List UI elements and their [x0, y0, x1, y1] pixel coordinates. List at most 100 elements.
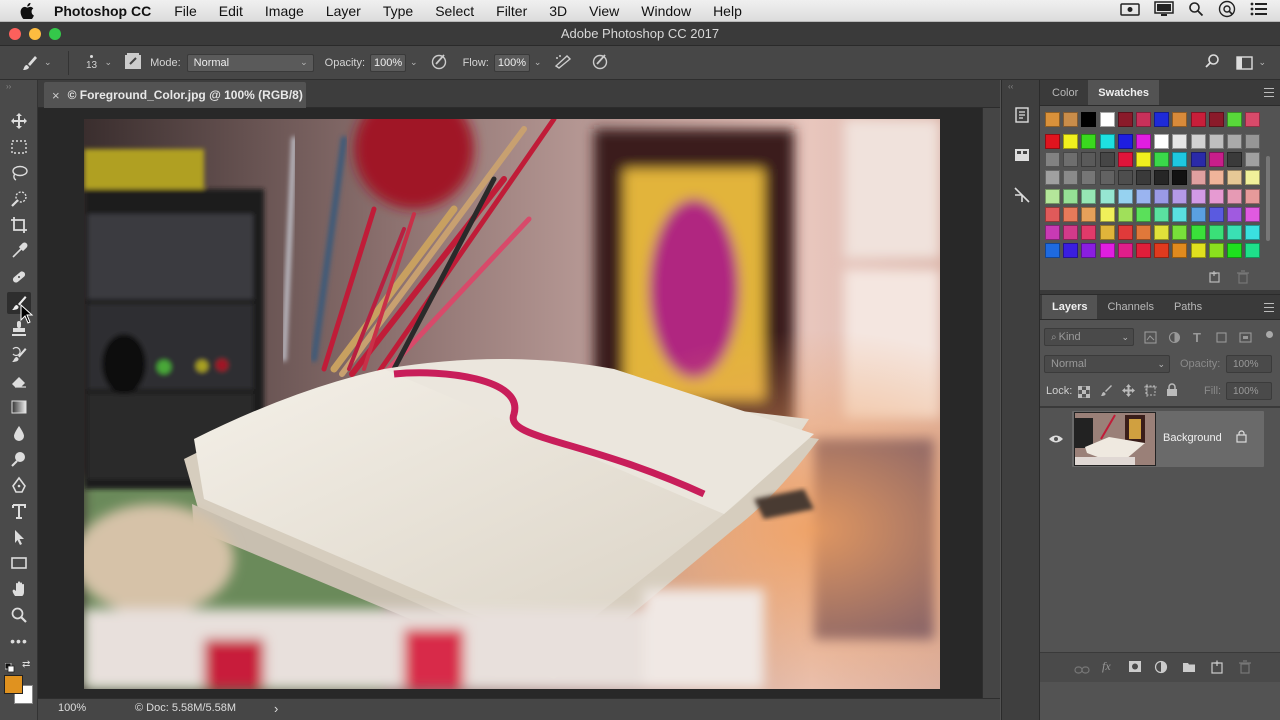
color-swatch[interactable]	[1154, 170, 1170, 186]
layer-opacity-input[interactable]: 100%	[1226, 355, 1272, 373]
pixel-filter-icon[interactable]	[1144, 331, 1157, 349]
lock-position-move-icon[interactable]	[1122, 384, 1135, 402]
vertical-scrollbar[interactable]	[982, 108, 1000, 698]
color-swatch[interactable]	[1081, 152, 1097, 168]
lock-pixels-brush-icon[interactable]	[1100, 384, 1113, 402]
color-swatch[interactable]	[1245, 134, 1261, 149]
color-swatch[interactable]	[1045, 152, 1060, 168]
quick-selection-tool[interactable]	[7, 188, 31, 210]
color-swatch[interactable]	[1136, 206, 1151, 222]
color-swatch[interactable]	[1208, 225, 1224, 240]
color-swatch[interactable]	[1136, 225, 1151, 240]
move-tool[interactable]	[7, 110, 31, 132]
color-swatch[interactable]	[1172, 152, 1188, 168]
tablet-pressure-opacity-button[interactable]	[430, 52, 448, 73]
type-filter-icon[interactable]: T	[1193, 330, 1201, 345]
notification-center-icon[interactable]	[1250, 2, 1268, 19]
adjustment-layer-icon[interactable]	[1154, 660, 1168, 679]
color-swatch[interactable]	[1117, 112, 1133, 127]
color-swatch[interactable]	[1172, 134, 1188, 149]
chevron-down-icon[interactable]: ⌄	[105, 57, 113, 68]
color-swatch[interactable]	[1245, 170, 1261, 186]
color-swatch[interactable]	[1227, 152, 1242, 168]
tab-layers[interactable]: Layers	[1042, 295, 1098, 319]
close-tab-icon[interactable]: ×	[52, 88, 60, 103]
dodge-tool[interactable]	[7, 448, 31, 470]
color-swatch[interactable]	[1081, 188, 1097, 204]
color-swatch[interactable]	[1154, 206, 1170, 222]
color-swatch[interactable]	[1063, 243, 1079, 259]
color-swatch[interactable]	[1208, 188, 1224, 204]
color-swatch[interactable]	[1227, 188, 1242, 204]
crop-tool[interactable]	[7, 214, 31, 236]
layer-lock-icon[interactable]	[1236, 430, 1247, 448]
healing-brush-tool[interactable]	[7, 266, 31, 288]
color-swatch[interactable]	[1245, 243, 1261, 259]
collapse-dock-icon[interactable]: ‹‹	[1008, 82, 1013, 91]
color-swatch[interactable]	[1154, 112, 1170, 127]
mode-select[interactable]: Normal ⌄	[186, 53, 314, 72]
color-swatch[interactable]	[1245, 206, 1261, 222]
opacity-input[interactable]: 100%	[370, 53, 407, 72]
color-swatch[interactable]	[1208, 134, 1224, 149]
window-close-button[interactable]	[9, 28, 21, 40]
menu-type[interactable]: Type	[372, 3, 424, 19]
color-swatch[interactable]	[1172, 188, 1188, 204]
brush-panel-toggle[interactable]	[124, 52, 142, 73]
color-swatch[interactable]	[1081, 225, 1097, 240]
screen-record-icon[interactable]	[1120, 2, 1140, 19]
adjustment-filter-icon[interactable]	[1168, 331, 1181, 349]
menu-window[interactable]: Window	[630, 3, 702, 19]
smart-object-filter-icon[interactable]	[1239, 331, 1252, 349]
color-swatch[interactable]	[1045, 243, 1060, 259]
color-swatch[interactable]	[1172, 112, 1188, 127]
color-swatch[interactable]	[1045, 206, 1060, 222]
brush-size-picker[interactable]: 13	[83, 54, 101, 71]
rectangle-tool[interactable]	[7, 552, 31, 574]
history-panel-icon[interactable]	[1013, 106, 1031, 129]
zoom-level[interactable]: 100%	[58, 702, 86, 714]
color-swatch[interactable]	[1190, 152, 1206, 168]
window-zoom-button[interactable]	[49, 28, 61, 40]
color-swatch[interactable]	[1099, 112, 1115, 127]
color-swatch[interactable]	[1227, 243, 1242, 259]
color-swatch[interactable]	[1136, 112, 1151, 127]
accessibility-icon[interactable]	[1218, 0, 1236, 21]
color-swatch[interactable]	[1172, 206, 1188, 222]
menu-view[interactable]: View	[578, 3, 630, 19]
status-menu-arrow-icon[interactable]: ›	[274, 701, 278, 716]
eraser-tool[interactable]	[7, 370, 31, 392]
color-swatch[interactable]	[1045, 112, 1060, 127]
color-swatch[interactable]	[1117, 188, 1133, 204]
opacity-dropdown[interactable]: ⌄	[410, 57, 418, 68]
color-swatch[interactable]	[1190, 134, 1206, 149]
color-swatch[interactable]	[1208, 112, 1224, 127]
menu-app-name[interactable]: Photoshop CC	[46, 3, 163, 19]
lock-artboard-icon[interactable]	[1144, 384, 1157, 402]
color-swatch[interactable]	[1045, 188, 1060, 204]
menu-image[interactable]: Image	[254, 3, 315, 19]
swap-colors-icon[interactable]: ⇄	[22, 659, 30, 670]
color-swatch[interactable]	[1190, 188, 1206, 204]
blend-mode-select[interactable]: Normal ⌄	[1044, 355, 1170, 373]
blur-tool[interactable]	[7, 422, 31, 444]
color-swatch[interactable]	[1117, 206, 1133, 222]
menu-layer[interactable]: Layer	[315, 3, 372, 19]
color-swatch[interactable]	[1227, 134, 1242, 149]
eyedropper-tool[interactable]	[7, 240, 31, 262]
color-swatch[interactable]	[1063, 134, 1079, 149]
color-swatch[interactable]	[1208, 170, 1224, 186]
tablet-pressure-size-button[interactable]	[591, 52, 609, 73]
color-swatch[interactable]	[1227, 225, 1242, 240]
color-swatch[interactable]	[1227, 112, 1242, 127]
menu-3d[interactable]: 3D	[538, 3, 578, 19]
folder-icon[interactable]	[1182, 660, 1196, 678]
color-swatch[interactable]	[1045, 225, 1060, 240]
color-swatch[interactable]	[1136, 170, 1151, 186]
gradient-tool[interactable]	[7, 396, 31, 418]
foreground-color-swatch[interactable]	[4, 675, 23, 694]
zoom-tool[interactable]	[7, 604, 31, 626]
color-swatch[interactable]	[1245, 152, 1261, 168]
color-swatch[interactable]	[1081, 243, 1097, 259]
layer-filter-kind[interactable]: ⌕ Kind ⌄	[1044, 328, 1134, 346]
